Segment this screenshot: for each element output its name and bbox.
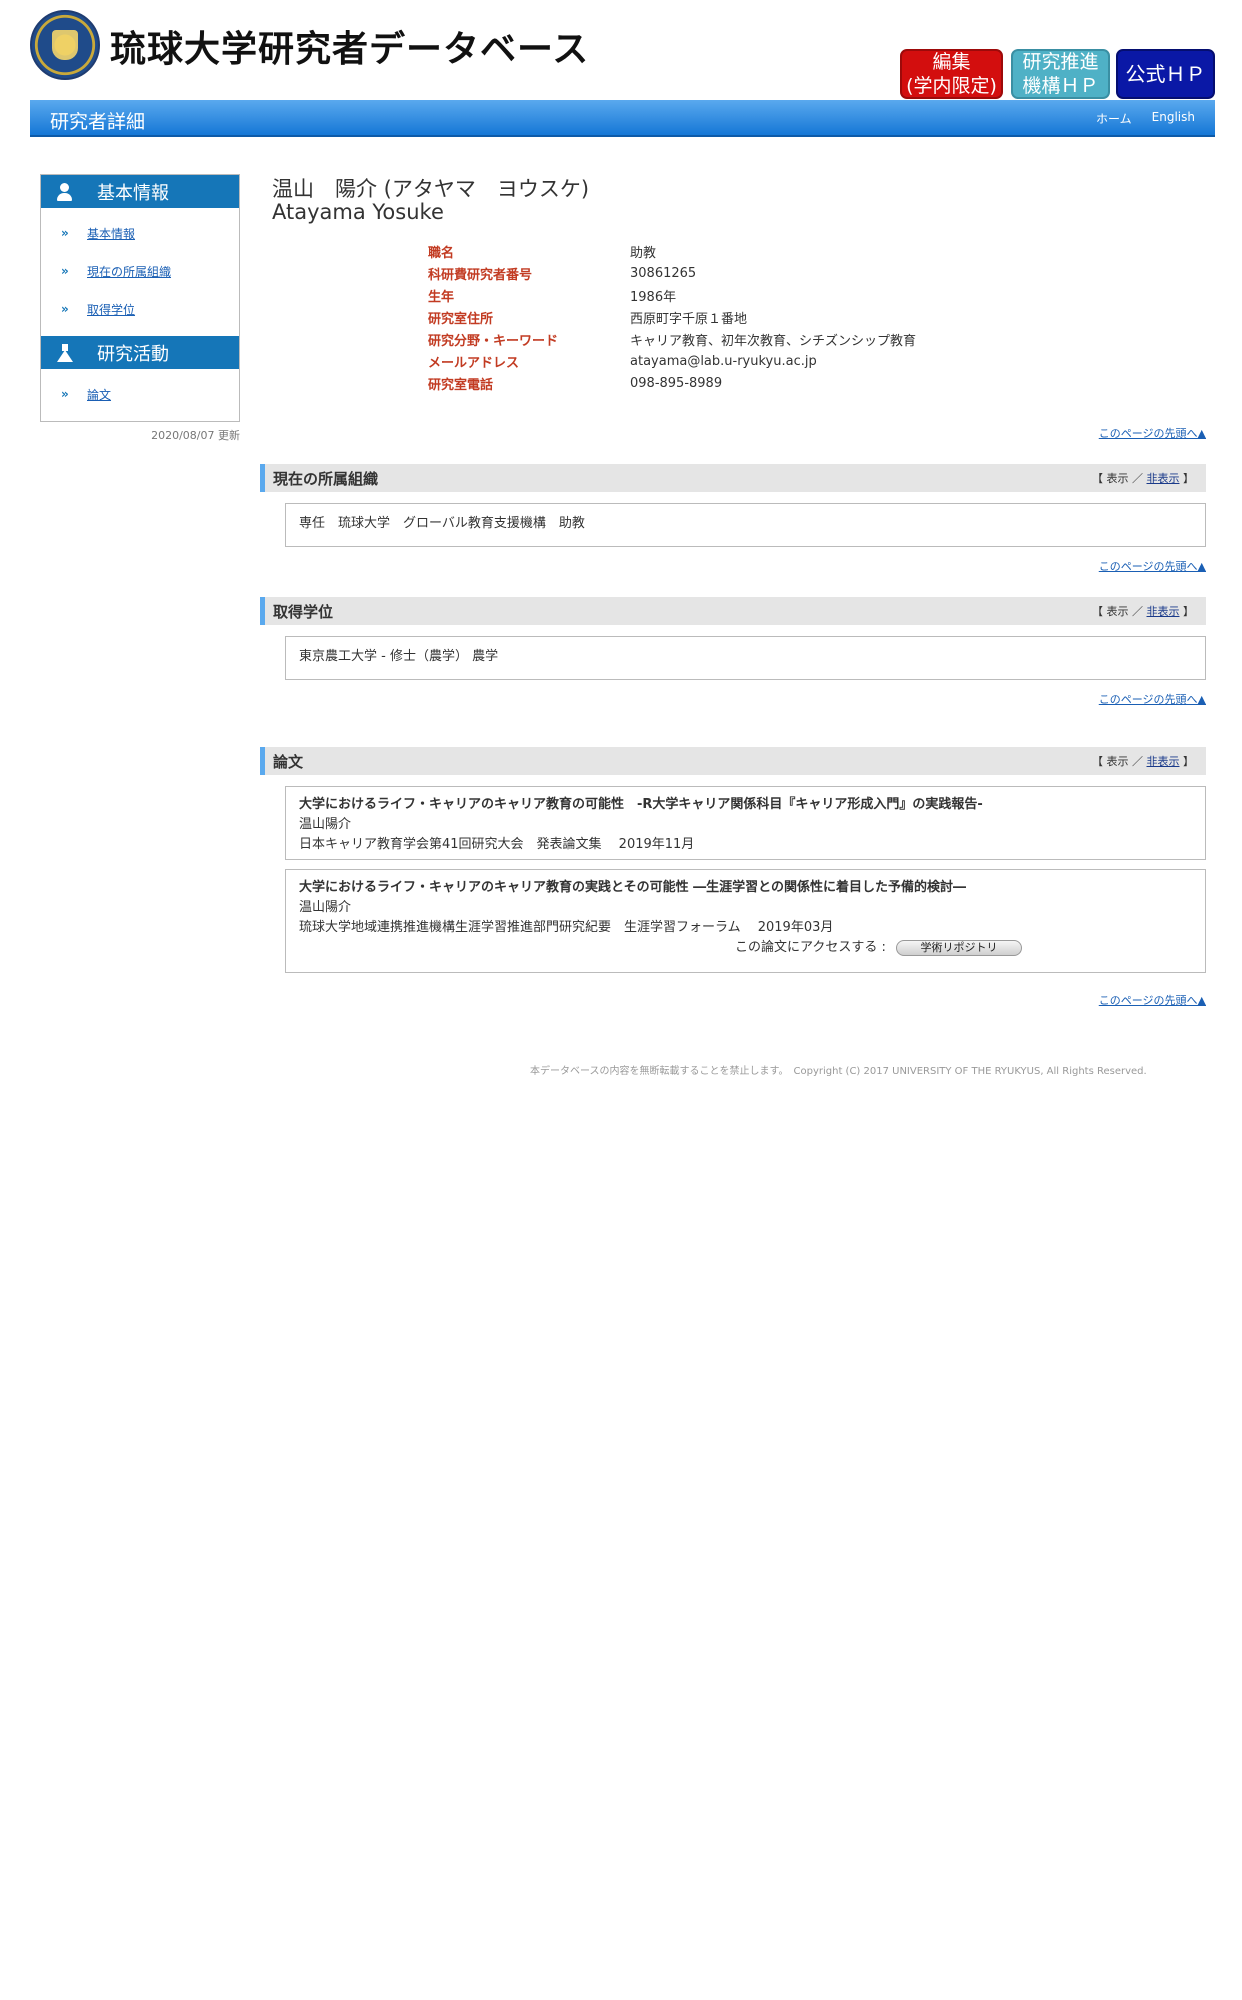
double-chevron-right-icon: »	[61, 302, 69, 316]
sidebar-item-papers[interactable]: » 論文	[41, 375, 239, 413]
page-title: 研究者詳細	[50, 111, 146, 133]
official-button-label: 公式ＨＰ	[1125, 62, 1206, 86]
info-value: 西原町字千原１番地	[630, 311, 748, 327]
info-value: 30861265	[630, 265, 697, 281]
toggle-hide[interactable]: 非表示	[1147, 472, 1180, 485]
sidebar-head-research: 研究活動	[41, 336, 239, 369]
info-label: メールアドレス	[428, 355, 520, 371]
info-label: 研究室住所	[428, 311, 494, 327]
info-label: 職名	[428, 245, 455, 261]
section-toggle: 【 表示 ／ 非表示 】	[1092, 753, 1194, 769]
back-to-top-link[interactable]: このページの先頭へ▲	[1099, 558, 1206, 574]
university-logo-icon[interactable]	[30, 10, 100, 80]
sidebar-item-degree[interactable]: » 取得学位	[41, 290, 239, 328]
section-title: 論文	[273, 752, 304, 771]
home-link[interactable]: ホーム	[1096, 110, 1132, 127]
section-header-affiliation: 現在の所属組織 【 表示 ／ 非表示 】	[260, 464, 1206, 492]
research-promotion-button[interactable]: 研究推進 機構ＨＰ	[1011, 49, 1110, 99]
toggle-show[interactable]: 【 表示 ／	[1092, 755, 1147, 768]
back-to-top-link[interactable]: このページの先頭へ▲	[1099, 425, 1206, 441]
toggle-show[interactable]: 【 表示 ／	[1092, 472, 1147, 485]
info-label: 科研費研究者番号	[428, 267, 533, 283]
flask-icon	[55, 343, 75, 363]
info-row: 科研費研究者番号 30861265	[428, 262, 916, 284]
info-label: 研究室電話	[428, 377, 494, 393]
official-site-button[interactable]: 公式ＨＰ	[1116, 49, 1215, 99]
info-label: 研究分野・キーワード	[428, 333, 559, 349]
info-row: 職名 助教	[428, 240, 916, 262]
double-chevron-right-icon: »	[61, 264, 69, 278]
info-row: 研究分野・キーワード キャリア教育、初年次教育、シチズンシップ教育	[428, 328, 916, 350]
footer-copyright: 本データベースの内容を無断転載することを禁止します。 Copyright (C)…	[530, 1066, 1147, 1077]
email-value: atayama@lab.u-ryukyu.ac.jp	[630, 353, 817, 369]
back-to-top-link[interactable]: このページの先頭へ▲	[1099, 691, 1206, 707]
paper-author: 温山陽介	[299, 817, 352, 832]
sidebar-link[interactable]: 基本情報	[87, 225, 135, 242]
user-icon	[55, 182, 75, 202]
affiliation-text: 専任 琉球大学 グローバル教育支援機構 助教	[299, 516, 585, 531]
sidebar-head-label: 基本情報	[97, 182, 169, 204]
edit-button-sublabel: (学内限定)	[906, 75, 997, 97]
info-value: 1986年	[630, 289, 677, 305]
phone-value: 098-895-8989	[630, 375, 723, 391]
promo-button-label: 研究推進	[1022, 51, 1099, 73]
info-value: キャリア教育、初年次教育、シチズンシップ教育	[630, 333, 917, 349]
degree-text: 東京農工大学 - 修士（農学） 農学	[299, 649, 499, 664]
site-header: 琉球大学研究者データベース 編集 (学内限定) 研究推進 機構ＨＰ 公式ＨＰ	[30, 10, 1215, 100]
sidebar-link[interactable]: 現在の所属組織	[87, 263, 171, 280]
info-row: メールアドレス atayama@lab.u-ryukyu.ac.jp	[428, 350, 916, 372]
page-title-bar: 研究者詳細 ホーム English	[30, 100, 1215, 137]
paper-title: 大学におけるライフ・キャリアのキャリア教育の可能性 -R大学キャリア関係科目『キ…	[299, 797, 983, 812]
info-label: 生年	[428, 289, 455, 305]
paper-title: 大学におけるライフ・キャリアのキャリア教育の実践とその可能性 ―生涯学習との関係…	[299, 880, 967, 895]
double-chevron-right-icon: »	[61, 226, 69, 240]
section-header-papers: 論文 【 表示 ／ 非表示 】	[260, 747, 1206, 775]
section-title: 取得学位	[273, 602, 334, 621]
researcher-name-en: Atayama Yosuke	[272, 200, 444, 224]
edit-button[interactable]: 編集 (学内限定)	[900, 49, 1003, 99]
section-toggle: 【 表示 ／ 非表示 】	[1092, 603, 1194, 619]
toggle-hide[interactable]: 非表示	[1147, 605, 1180, 618]
info-row: 研究室電話 098-895-8989	[428, 372, 916, 394]
info-value: 助教	[630, 245, 657, 261]
repository-button[interactable]: 学術リポジトリ	[896, 939, 1022, 956]
section-header-degree: 取得学位 【 表示 ／ 非表示 】	[260, 597, 1206, 625]
info-row: 研究室住所 西原町字千原１番地	[428, 306, 916, 328]
access-label: この論文にアクセスする :	[734, 940, 886, 955]
sidebar-item-basic-info[interactable]: » 基本情報	[41, 214, 239, 252]
toggle-close-bracket: 】	[1179, 605, 1194, 618]
double-chevron-right-icon: »	[61, 387, 69, 401]
paper-source: 琉球大学地域連携推進機構生涯学習推進部門研究紀要 生涯学習フォーラム 2019年…	[299, 920, 834, 935]
back-to-top-link[interactable]: このページの先頭へ▲	[1099, 992, 1206, 1008]
sidebar-head-label: 研究活動	[97, 343, 169, 365]
toggle-show[interactable]: 【 表示 ／	[1092, 605, 1147, 618]
sidebar-link[interactable]: 取得学位	[87, 301, 135, 318]
edit-button-label: 編集	[932, 51, 971, 73]
site-title[interactable]: 琉球大学研究者データベース	[110, 20, 589, 72]
paper-item: 大学におけるライフ・キャリアのキャリア教育の可能性 -R大学キャリア関係科目『キ…	[285, 786, 1206, 860]
degree-box: 東京農工大学 - 修士（農学） 農学	[285, 636, 1206, 680]
paper-item: 大学におけるライフ・キャリアのキャリア教育の実践とその可能性 ―生涯学習との関係…	[285, 869, 1206, 973]
paper-author: 温山陽介	[299, 900, 352, 915]
toggle-hide[interactable]: 非表示	[1147, 755, 1180, 768]
info-row: 生年 1986年	[428, 284, 916, 306]
sidebar-head-basic-info: 基本情報	[41, 175, 239, 208]
promo-button-sublabel: 機構ＨＰ	[1022, 75, 1099, 97]
affiliation-box: 専任 琉球大学 グローバル教育支援機構 助教	[285, 503, 1206, 547]
researcher-name-ja: 温山 陽介 (アタヤマ ヨウスケ)	[272, 177, 590, 201]
sidebar-link[interactable]: 論文	[87, 386, 111, 403]
toggle-close-bracket: 】	[1179, 755, 1194, 768]
last-updated: 2020/08/07 更新	[151, 429, 240, 442]
paper-source: 日本キャリア教育学会第41回研究大会 発表論文集 2019年11月	[299, 837, 695, 852]
sidebar: 基本情報 » 基本情報 » 現在の所属組織 » 取得学位 研究活動 » 論文 2…	[40, 174, 240, 443]
english-link[interactable]: English	[1152, 110, 1195, 127]
section-title: 現在の所属組織	[273, 469, 379, 488]
toggle-close-bracket: 】	[1179, 472, 1194, 485]
section-toggle: 【 表示 ／ 非表示 】	[1092, 470, 1194, 486]
profile-info-table: 職名 助教 科研費研究者番号 30861265 生年 1986年 研究室住所 西…	[428, 240, 916, 394]
sidebar-item-affiliation[interactable]: » 現在の所属組織	[41, 252, 239, 290]
